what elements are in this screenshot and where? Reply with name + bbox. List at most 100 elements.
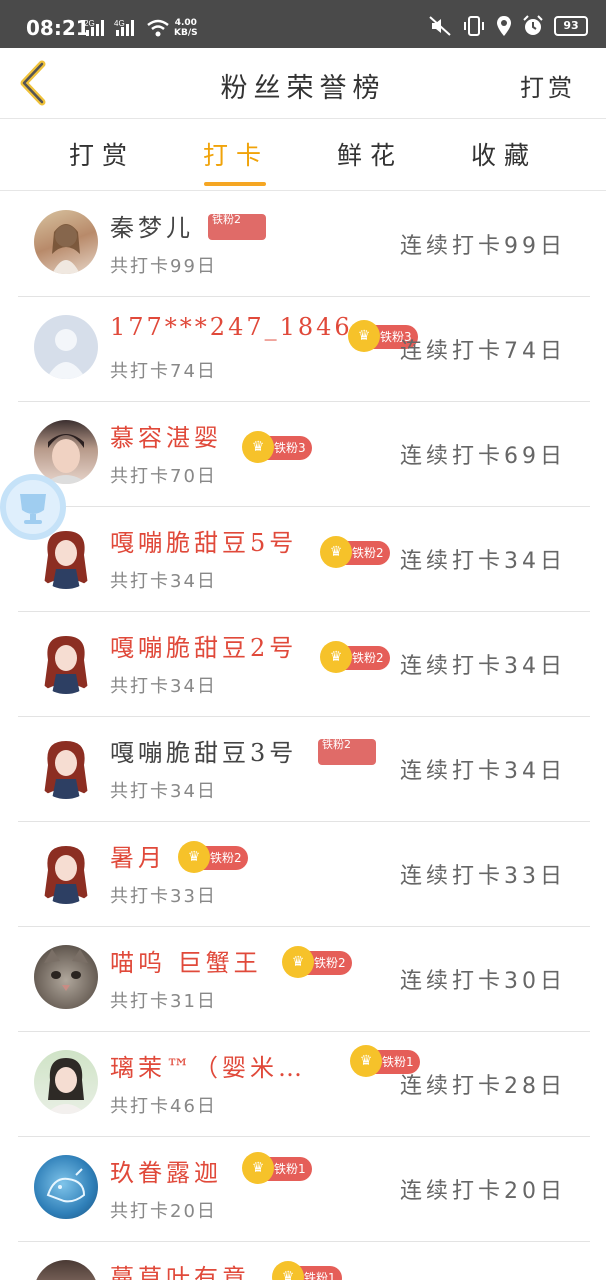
total-checkins: 共打卡99日 [110,256,217,277]
fan-level-text: 铁粉2 [352,651,384,665]
total-checkins: 共打卡74日 [110,361,217,382]
network-2-label: 4G [114,19,125,28]
user-name: 慕容湛婴 [110,424,222,452]
fan-level-text: 铁粉2 [210,851,242,865]
tab-active-indicator [204,182,266,186]
user-name: 暑月 [110,844,166,872]
avatar [34,210,98,274]
fan-level-badge: ♛ 铁粉3 [242,431,312,463]
crown-icon: ♛ [348,320,380,352]
mute-vibrate-icon [429,16,451,36]
total-checkins: 共打卡34日 [110,676,217,697]
tab-checkin[interactable]: 打卡 [186,136,286,172]
fan-level-badge: ♛ 铁粉2 [320,536,390,568]
total-checkins: 共打卡34日 [110,571,217,592]
fan-level-badge: ♛ 铁粉1 [242,1152,312,1184]
fan-level-text: 铁粉1 [274,1162,306,1176]
list-item[interactable]: 嘎嘣脆甜豆5号 ♛ 铁粉2 共打卡34日 连续打卡34日 [0,507,606,611]
avatar [34,630,98,694]
streak-days: 连续打卡74日 [400,339,566,364]
total-checkins: 共打卡31日 [110,991,217,1012]
crown-icon: ♛ [242,431,274,463]
battery-icon: 93 [554,16,588,36]
streak-days: 连续打卡34日 [400,759,566,784]
tab-tip[interactable]: 打赏 [52,136,152,172]
crown-icon: ♛ [320,536,352,568]
fan-level-badge: ♛ 铁粉1 [272,1261,342,1280]
speed-value: 4.00 [174,18,197,28]
avatar [34,1260,98,1280]
list-item[interactable]: 蔓草叶有意 ♛ 铁粉1 [0,1242,606,1280]
list-item[interactable]: 嘎嘣脆甜豆3号 铁粉2 共打卡34日 连续打卡34日 [0,717,606,821]
location-icon [497,16,511,36]
list-item[interactable]: 暑月 ♛ 铁粉2 共打卡33日 连续打卡33日 [0,822,606,926]
list-item[interactable]: 璃茉™（婴米… ♛ 铁粉1 共打卡46日 连续打卡28日 [0,1032,606,1136]
list-item[interactable]: 喵呜 巨蟹王 ♛ 铁粉2 共打卡31日 连续打卡30日 [0,927,606,1031]
fan-level-badge: ♛ 铁粉2 [282,946,352,978]
wifi-icon [147,19,169,37]
total-checkins: 共打卡20日 [110,1201,217,1222]
user-name: 玖眷露迦 [110,1159,222,1187]
user-name: 嘎嘣脆甜豆3号 [110,739,298,767]
alarm-icon [523,15,543,35]
total-checkins: 共打卡46日 [110,1096,217,1117]
user-name: 嘎嘣脆甜豆2号 [110,634,298,662]
network-speed: 4.00 KB/S [174,18,198,38]
tip-button[interactable]: 打赏 [520,68,576,103]
list-item[interactable]: 玖眷露迦 ♛ 铁粉1 共打卡20日 连续打卡20日 [0,1137,606,1241]
user-name: 璃茉™（婴米… [110,1054,306,1082]
fan-level-badge: ♛ 铁粉2 [320,641,390,673]
streak-days: 连续打卡99日 [400,234,566,259]
user-name: 蔓草叶有意 [110,1264,250,1280]
tabs-divider [0,190,606,191]
streak-days: 连续打卡30日 [400,969,566,994]
crown-icon: ♛ [242,1152,274,1184]
fan-level-text: 铁粉3 [274,441,306,455]
signal-icon: 4G [114,19,134,36]
avatar [34,315,98,379]
streak-days: 连续打卡33日 [400,864,566,889]
user-name: 喵呜 巨蟹王 [110,949,262,977]
streak-days: 连续打卡34日 [400,549,566,574]
streak-days: 连续打卡34日 [400,654,566,679]
user-name: 嘎嘣脆甜豆5号 [110,529,298,557]
fan-level-text: 铁粉1 [382,1055,414,1069]
fan-level-text: 铁粉2 [314,956,346,970]
streak-days: 连续打卡28日 [400,1074,566,1099]
speed-unit: KB/S [174,28,198,38]
user-name: 177***247_1846… [110,313,380,341]
avatar [34,420,98,484]
fan-level-text: 铁粉2 [352,546,384,560]
fan-level-badge: 铁粉2 [318,739,376,765]
tab-favorites[interactable]: 收藏 [454,136,554,172]
crown-icon: ♛ [178,841,210,873]
total-checkins: 共打卡34日 [110,781,217,802]
list-item[interactable]: 177***247_1846… ♛ 铁粉3 共打卡74日 连续打卡74日 [0,297,606,401]
user-name: 秦梦儿 [110,214,194,242]
cup-icon [20,494,46,524]
header-divider [0,118,606,119]
crown-icon: ♛ [320,641,352,673]
streak-days: 连续打卡20日 [400,1179,566,1204]
nav-header: 粉丝荣誉榜 打赏 [0,48,606,120]
fan-level-badge: ♛ 铁粉2 [178,841,248,873]
total-checkins: 共打卡70日 [110,466,217,487]
streak-days: 连续打卡69日 [400,444,566,469]
network-1-label: 2G [84,19,95,28]
avatar [34,1155,98,1219]
list-item[interactable]: 嘎嘣脆甜豆2号 ♛ 铁粉2 共打卡34日 连续打卡34日 [0,612,606,716]
avatar [34,840,98,904]
avatar [34,1050,98,1114]
status-time: 08:21 [26,16,90,40]
crown-icon: ♛ [272,1261,304,1280]
page-title: 粉丝荣誉榜 [220,73,386,104]
list-item[interactable]: 慕容湛婴 ♛ 铁粉3 共打卡70日 连续打卡69日 [0,402,606,506]
crown-icon: ♛ [282,946,314,978]
list-item[interactable]: 秦梦儿 铁粉2 共打卡99日 连续打卡99日 [0,192,606,296]
floating-cup-button[interactable] [0,474,66,540]
signal-icon: 2G [84,19,104,36]
vibrate-icon [464,16,484,36]
tab-flowers[interactable]: 鲜花 [320,136,420,172]
tab-bar: 打赏 打卡 鲜花 收藏 [0,122,606,190]
status-icons: 93 [428,14,588,38]
